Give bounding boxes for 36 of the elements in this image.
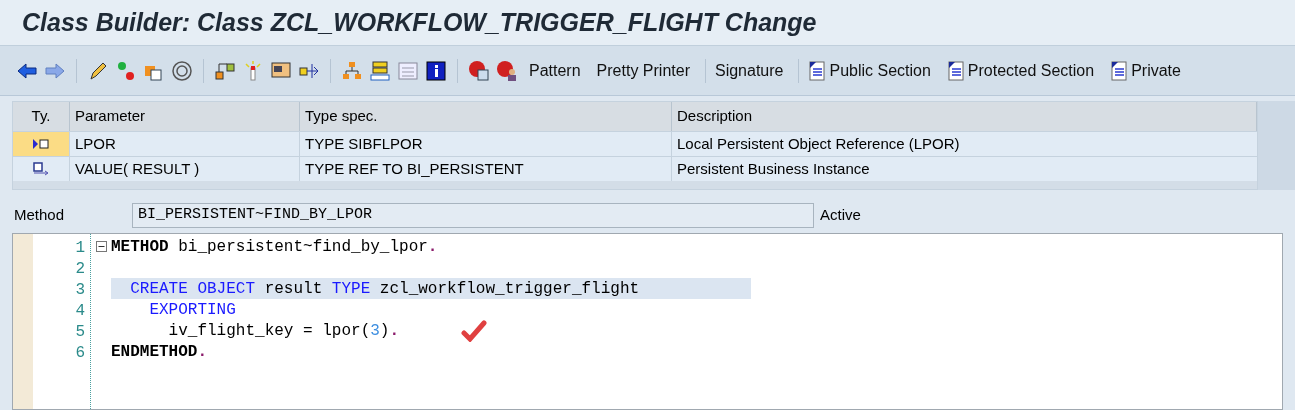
returning-icon — [32, 162, 50, 176]
type-cell[interactable] — [13, 132, 70, 156]
toolbar-button[interactable]: Pretty Printer — [591, 56, 695, 85]
window-title: Class Builder: Class ZCL_WORKFLOW_TRIGGER_FLIGHT Change — [22, 6, 817, 38]
stack-icon[interactable] — [369, 59, 391, 82]
section-button[interactable]: Protected Section — [941, 56, 1100, 85]
info-icon[interactable] — [425, 59, 447, 82]
toolbar-button[interactable]: Pattern — [524, 56, 586, 85]
code-line: ENDMETHOD. — [111, 341, 209, 362]
method-field[interactable]: BI_PERSISTENT~FIND_BY_LPOR — [132, 202, 814, 228]
section-button[interactable]: Public Section — [803, 56, 936, 85]
document-icon — [1110, 59, 1129, 82]
line-number: 2 — [74, 259, 86, 278]
checkmark-icon — [461, 319, 487, 342]
code-line: EXPORTING — [148, 299, 237, 320]
code-line: METHOD bi_persistent~find_by_lpor. — [111, 236, 439, 257]
tree-icon[interactable] — [341, 59, 363, 82]
importing-icon — [32, 138, 50, 150]
line-number: 4 — [74, 301, 86, 320]
table-cell-text: Local Persistent Object Reference (LPOR) — [676, 133, 961, 154]
document-icon — [808, 59, 827, 82]
line-number: 6 — [74, 343, 86, 362]
line-number: 5 — [74, 322, 86, 341]
section-button[interactable]: Private — [1105, 56, 1186, 85]
circles-icon[interactable] — [115, 59, 137, 82]
collapse-icon[interactable] — [95, 241, 107, 252]
spark-icon[interactable] — [242, 59, 264, 82]
line-number: 3 — [74, 280, 86, 299]
table-cell-text: Persistent Business Instance — [676, 158, 871, 179]
code-line: iv_flight_key = lpor(3). — [167, 320, 401, 341]
document-icon — [946, 59, 965, 82]
code-line: CREATE OBJECT result TYPE zcl_workflow_trigger_flight — [129, 278, 641, 299]
line-number: 1 — [74, 238, 86, 257]
status-text: Active — [820, 204, 861, 225]
toolbar-button[interactable]: Signature — [709, 56, 789, 85]
method-label: Method — [14, 204, 66, 225]
